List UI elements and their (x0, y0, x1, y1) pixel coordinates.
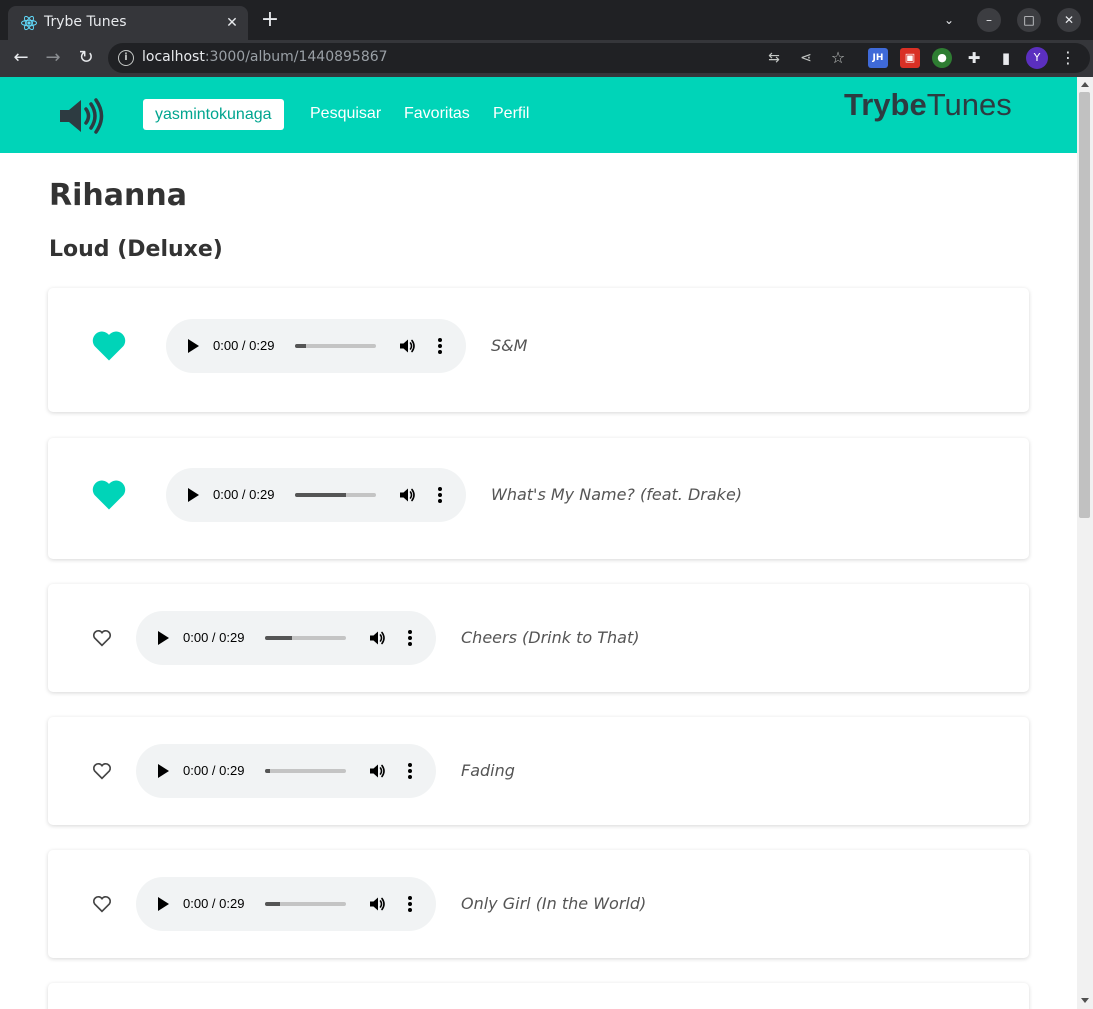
audio-progress-fill (295, 344, 306, 348)
play-icon[interactable] (158, 897, 169, 911)
audio-time: 0:00 / 0:29 (213, 338, 275, 353)
more-options-icon[interactable] (408, 896, 412, 912)
translate-icon[interactable]: ⇆ (764, 48, 784, 68)
react-icon (21, 15, 37, 31)
favorite-heart-icon[interactable] (91, 478, 127, 515)
scroll-thumb[interactable] (1079, 92, 1090, 518)
back-icon[interactable]: ← (9, 46, 33, 70)
play-icon[interactable] (188, 339, 199, 353)
volume-icon[interactable] (368, 895, 386, 913)
play-icon[interactable] (158, 764, 169, 778)
nav-link-favoritas[interactable]: Favoritas (404, 105, 470, 123)
more-options-icon[interactable] (408, 763, 412, 779)
browser-toolbar: ← → ↻ i localhost:3000/album/1440895867 … (0, 40, 1093, 77)
volume-icon[interactable] (368, 629, 386, 647)
favorite-heart-icon[interactable] (92, 895, 112, 917)
nav-link-perfil[interactable]: Perfil (493, 105, 529, 123)
play-icon[interactable] (188, 488, 199, 502)
app-logo: TrybeTunes (844, 87, 1012, 122)
play-icon[interactable] (158, 631, 169, 645)
audio-player[interactable]: 0:00 / 0:29 (166, 319, 466, 373)
site-info-icon[interactable]: i (118, 50, 134, 66)
audio-progress-fill (265, 636, 292, 640)
volume-icon[interactable] (398, 337, 416, 355)
track-name: What's My Name? (feat. Drake) (491, 485, 743, 504)
new-tab-button[interactable]: + (258, 9, 282, 33)
track-name: Fading (461, 761, 515, 780)
track-card: 0:00 / 0:29 Cheers (Drink to That) (48, 584, 1029, 692)
audio-progress-fill (265, 902, 280, 906)
minimize-icon[interactable]: – (977, 8, 1001, 32)
page-scrollbar[interactable] (1077, 77, 1093, 1009)
close-window-icon[interactable]: ✕ (1057, 8, 1081, 32)
browser-tab[interactable]: Trybe Tunes ✕ (8, 6, 248, 40)
extension-red-icon[interactable]: ▣ (900, 48, 920, 68)
tab-close-icon[interactable]: ✕ (222, 13, 242, 33)
address-bar[interactable]: i localhost:3000/album/1440895867 ⇆ ⋖ ☆ … (108, 43, 1090, 73)
track-card: 0:00 / 0:29 Fading (48, 717, 1029, 825)
share-icon[interactable]: ⋖ (796, 48, 816, 68)
app-header: yasmintokunaga Pesquisar Favoritas Perfi… (0, 77, 1077, 153)
audio-progress-bar[interactable] (265, 769, 346, 773)
favorite-heart-icon[interactable] (91, 329, 127, 366)
scroll-up-icon[interactable] (1081, 82, 1089, 87)
volume-icon[interactable] (398, 486, 416, 504)
audio-time: 0:00 / 0:29 (213, 487, 275, 502)
user-badge[interactable]: yasmintokunaga (143, 99, 284, 130)
side-panel-icon[interactable]: ▮ (996, 48, 1016, 68)
maximize-icon[interactable]: □ (1017, 8, 1041, 32)
nav-link-pesquisar[interactable]: Pesquisar (310, 105, 381, 123)
audio-player[interactable]: 0:00 / 0:29 (166, 468, 466, 522)
audio-progress-bar[interactable] (295, 493, 376, 497)
forward-icon[interactable]: → (41, 46, 65, 70)
page-viewport: yasmintokunaga Pesquisar Favoritas Perfi… (0, 77, 1077, 1009)
reload-icon[interactable]: ↻ (74, 46, 98, 70)
audio-progress-bar[interactable] (265, 636, 346, 640)
favorite-heart-icon[interactable] (92, 762, 112, 784)
favorite-heart-icon[interactable] (92, 629, 112, 651)
extension-jh-icon[interactable]: JH (868, 48, 888, 68)
browser-tab-bar: Trybe Tunes ✕ + ⌄ – □ ✕ (0, 0, 1093, 40)
tab-search-icon[interactable]: ⌄ (937, 8, 961, 32)
extensions-puzzle-icon[interactable]: ✚ (964, 48, 984, 68)
audio-progress-fill (265, 769, 270, 773)
album-name: Loud (Deluxe) (49, 237, 223, 262)
extension-frog-icon[interactable]: ● (932, 48, 952, 68)
volume-icon[interactable] (368, 762, 386, 780)
audio-progress-bar[interactable] (295, 344, 376, 348)
audio-player[interactable]: 0:00 / 0:29 (136, 744, 436, 798)
bookmark-star-icon[interactable]: ☆ (828, 48, 848, 68)
track-name: Only Girl (In the World) (461, 894, 647, 913)
menu-kebab-icon[interactable]: ⋮ (1058, 48, 1078, 68)
audio-player[interactable]: 0:00 / 0:29 (136, 611, 436, 665)
audio-progress-fill (295, 493, 347, 497)
artist-name: Rihanna (49, 178, 187, 213)
track-card: 0:00 / 0:29 What's My Name? (feat. Drake… (48, 438, 1029, 559)
audio-progress-bar[interactable] (265, 902, 346, 906)
track-name: Cheers (Drink to That) (461, 628, 640, 647)
audio-time: 0:00 / 0:29 (183, 763, 245, 778)
more-options-icon[interactable] (438, 487, 442, 503)
url-text[interactable]: localhost:3000/album/1440895867 (142, 49, 388, 65)
audio-player[interactable]: 0:00 / 0:29 (136, 877, 436, 931)
audio-time: 0:00 / 0:29 (183, 630, 245, 645)
track-card (48, 983, 1029, 1009)
audio-time: 0:00 / 0:29 (183, 896, 245, 911)
track-card: 0:00 / 0:29 Only Girl (In the World) (48, 850, 1029, 958)
more-options-icon[interactable] (408, 630, 412, 646)
speaker-icon (60, 98, 104, 134)
scroll-down-icon[interactable] (1081, 998, 1089, 1003)
track-card: 0:00 / 0:29 S&M (48, 288, 1029, 412)
profile-avatar[interactable]: Y (1026, 47, 1048, 69)
more-options-icon[interactable] (438, 338, 442, 354)
tab-title: Trybe Tunes (44, 14, 127, 30)
track-name: S&M (491, 336, 528, 355)
